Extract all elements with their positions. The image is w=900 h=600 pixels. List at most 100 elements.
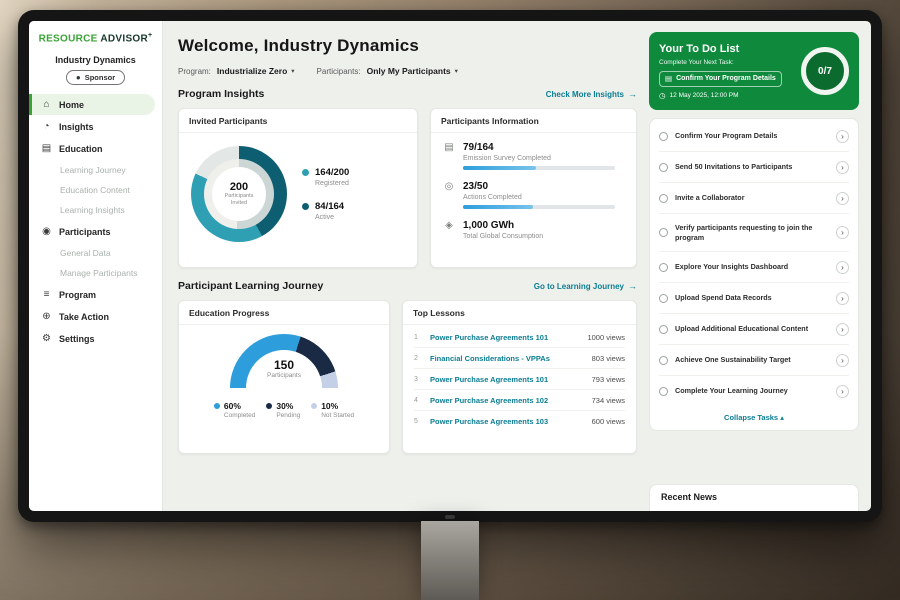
filters-row: Program: Industrialize Zero ▾ Participan… [178,66,637,76]
sidebar-item-education-content[interactable]: Education Content [29,180,162,200]
legend-dot-registered [302,169,309,176]
sidebar-item-program[interactable]: ≡ Program [29,284,155,305]
lesson-link[interactable]: Financial Considerations - VPPAs [430,354,584,363]
sidebar-item-participants[interactable]: ◉ Participants [29,221,155,242]
chevron-right-icon[interactable]: › [836,161,849,174]
chevron-right-icon[interactable]: › [836,385,849,398]
task-item[interactable]: Explore Your Insights Dashboard › [659,252,849,283]
sidebar-item-label: Home [59,100,84,110]
program-filter-dropdown[interactable]: Industrialize Zero ▾ [217,66,295,76]
sidebar-item-general-data[interactable]: General Data [29,243,162,263]
top-lessons-card: Top Lessons 1 Power Purchase Agreements … [402,300,637,454]
go-to-learning-journey-link[interactable]: Go to Learning Journey → [534,281,637,291]
task-item[interactable]: Verify participants requesting to join t… [659,214,849,252]
lesson-link[interactable]: Power Purchase Agreements 103 [430,417,584,426]
lesson-views: 793 views [592,375,625,384]
chevron-right-icon[interactable]: › [836,261,849,274]
stat-value: 1,000 GWh [463,220,543,231]
sidebar-item-manage-participants[interactable]: Manage Participants [29,263,162,283]
legend-value: 60% [224,401,255,411]
gauge-center-value: 150 [230,358,338,372]
sidebar-item-label: Education [59,144,103,154]
chevron-down-icon: ▾ [291,67,294,75]
recent-news-title: Recent News [661,492,717,502]
next-task-chip[interactable]: ▤ Confirm Your Program Details [659,71,782,87]
task-checkbox[interactable] [659,228,668,237]
lesson-views: 600 views [592,417,625,426]
lesson-link[interactable]: Power Purchase Agreements 102 [430,396,584,405]
chevron-right-icon[interactable]: › [836,354,849,367]
participants-filter-label: Participants: [317,67,361,76]
todo-summary-card: Your To Do List Complete Your Next Task:… [649,32,859,110]
task-item[interactable]: Send 50 Invitations to Participants › [659,152,849,183]
task-label: Complete Your Learning Journey [675,386,829,396]
sidebar-item-learning-insights[interactable]: Learning Insights [29,200,162,220]
chevron-right-icon[interactable]: › [836,130,849,143]
sponsor-badge[interactable]: ● Sponsor [66,70,125,85]
lesson-row: 3 Power Purchase Agreements 101 793 view… [414,369,625,390]
task-checkbox[interactable] [659,163,668,172]
task-label: Achieve One Sustainability Target [675,355,829,365]
sidebar-item-education[interactable]: ▤ Education [29,138,155,159]
collapse-tasks-link[interactable]: Collapse Tasks ▴ [659,406,849,430]
task-checkbox[interactable] [659,325,668,334]
lesson-link[interactable]: Power Purchase Agreements 101 [430,375,584,384]
participants-filter-dropdown[interactable]: Only My Participants ▾ [367,66,458,76]
legend-item-active: 84/164 Active [302,201,349,221]
org-name: Industry Dynamics [29,55,162,65]
arrow-right-icon: → [628,281,637,291]
legend-dot-active [302,203,309,210]
lesson-link[interactable]: Power Purchase Agreements 101 [430,333,579,342]
program-insights-title: Program Insights [178,88,264,100]
legend-item-pending: 30% Pending [266,401,300,419]
chevron-right-icon[interactable]: › [836,226,849,239]
card-title: Top Lessons [403,301,636,325]
task-item[interactable]: Achieve One Sustainability Target › [659,345,849,376]
sidebar-item-home[interactable]: ⌂ Home [29,94,155,115]
lesson-row: 4 Power Purchase Agreements 102 734 view… [414,390,625,411]
sidebar-item-label: Settings [59,334,95,344]
task-item[interactable]: Complete Your Learning Journey › [659,376,849,406]
collapse-label: Collapse Tasks [724,413,778,422]
program-filter-value: Industrialize Zero [217,66,287,76]
sidebar-item-take-action[interactable]: ⊕ Take Action [29,306,155,327]
settings-icon: ⚙ [41,334,52,344]
sidebar-item-learning-journey[interactable]: Learning Journey [29,160,162,180]
desk-scene: RESOURCE ADVISOR+ Industry Dynamics ● Sp… [0,0,900,600]
chevron-right-icon[interactable]: › [836,292,849,305]
education-icon: ▤ [41,144,52,154]
next-task-due: ◷ 12 May 2025, 12:00 PM [659,92,793,100]
invited-participants-donut-chart: 200 Participants Invited [191,146,287,242]
task-item[interactable]: Upload Spend Data Records › [659,283,849,314]
sponsor-icon: ● [76,74,81,82]
legend-dot-pending [266,403,272,409]
sidebar-item-settings[interactable]: ⚙ Settings [29,328,155,349]
task-checkbox[interactable] [659,294,668,303]
logo-advisor: ADVISOR [100,33,148,44]
task-item[interactable]: Upload Additional Educational Content › [659,314,849,345]
sidebar-item-insights[interactable]: ◔ Insights [29,116,155,137]
task-item[interactable]: Confirm Your Program Details › [659,121,849,152]
lesson-rank: 3 [414,376,422,383]
task-label: Explore Your Insights Dashboard [675,262,829,272]
task-checkbox[interactable] [659,194,668,203]
task-checkbox[interactable] [659,263,668,272]
task-checkbox[interactable] [659,387,668,396]
target-icon: ◎ [443,182,455,209]
task-item[interactable]: Invite a Collaborator › [659,183,849,214]
check-more-insights-link[interactable]: Check More Insights → [546,89,637,99]
todo-title: Your To Do List [659,43,793,55]
education-progress-card: Education Progress 150 Participants [178,300,390,454]
donut-center-value: 200 [230,181,248,193]
task-checkbox[interactable] [659,132,668,141]
task-label: Upload Additional Educational Content [675,324,829,334]
legend-dot-completed [214,403,220,409]
lesson-row: 2 Financial Considerations - VPPAs 803 v… [414,348,625,369]
legend-label: Registered [315,180,349,187]
task-checkbox[interactable] [659,356,668,365]
lesson-views: 1000 views [587,333,625,342]
take-action-icon: ⊕ [41,312,52,322]
card-title: Education Progress [179,301,389,325]
chevron-right-icon[interactable]: › [836,323,849,336]
chevron-right-icon[interactable]: › [836,192,849,205]
